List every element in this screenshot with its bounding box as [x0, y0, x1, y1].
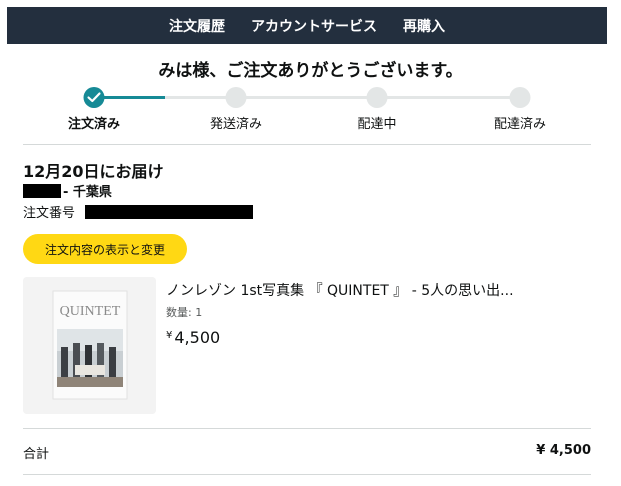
total-value: ¥ 4,500	[536, 443, 591, 458]
divider	[23, 144, 591, 145]
product-quantity: 数量: 1	[166, 306, 203, 319]
product-title-link[interactable]: ノンレゾン 1st写真集 『 QUINTET 』 - 5人の思い出...	[166, 280, 586, 300]
redacted-name	[23, 183, 61, 198]
redacted-order-number	[85, 204, 254, 219]
view-edit-order-button[interactable]: 注文内容の表示と変更	[23, 234, 187, 264]
step-label-ordered: 注文済み	[67, 117, 121, 132]
divider	[23, 474, 591, 475]
cover-title: QUINTET	[60, 304, 121, 319]
total-label: 合計	[23, 447, 50, 462]
product-image[interactable]: QUINTET	[23, 277, 156, 414]
step-dot-out-for-delivery	[366, 87, 388, 108]
step-label-out-for-delivery: 配達中	[357, 117, 397, 132]
divider	[23, 428, 591, 429]
step-dot-shipped	[225, 87, 247, 108]
step-dot-delivered	[509, 87, 531, 108]
product-price: ¥4,500	[166, 328, 220, 347]
nav-account-services[interactable]: アカウントサービス	[251, 16, 377, 36]
progress-track-complete	[94, 96, 165, 99]
order-number: 注文番号	[23, 202, 254, 221]
nav-buy-again[interactable]: 再購入	[403, 16, 445, 36]
price-value: 4,500	[174, 328, 221, 347]
address-prefecture: - 千葉県	[63, 185, 112, 200]
step-label-shipped: 発送済み	[209, 117, 263, 132]
book-cover-image: QUINTET	[23, 277, 156, 414]
delivery-date: 12月20日にお届け	[23, 162, 164, 181]
order-number-label: 注文番号	[23, 206, 76, 221]
currency-symbol: ¥	[166, 330, 173, 341]
order-progress-tracker: 注文済み 発送済み 配達中 配達済み	[0, 86, 621, 132]
shipping-address: - 千葉県	[23, 181, 112, 200]
step-label-delivered: 配達済み	[493, 117, 547, 132]
thank-you-heading: みは様、ご注文ありがとうございます。	[158, 61, 463, 81]
nav-order-history[interactable]: 注文履歴	[169, 16, 225, 36]
top-nav: 注文履歴 アカウントサービス 再購入	[7, 7, 607, 44]
step-dot-ordered	[83, 87, 105, 108]
checkmark-icon	[87, 92, 101, 103]
